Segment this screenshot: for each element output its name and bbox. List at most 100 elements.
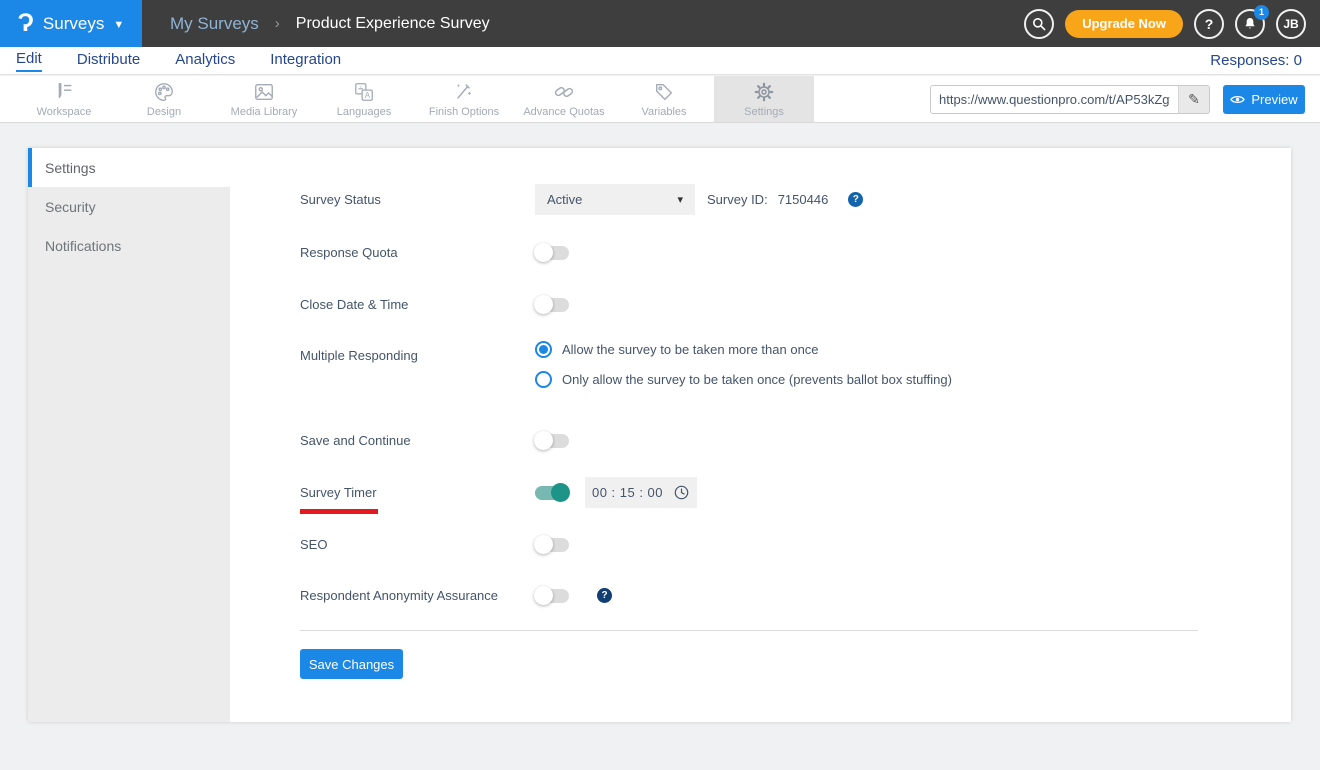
save-and-continue-row: Save and Continue — [300, 425, 569, 456]
toolbar-item-variables[interactable]: Variables — [614, 76, 714, 122]
seo-toggle[interactable] — [534, 535, 569, 554]
response-quota-toggle[interactable] — [534, 243, 569, 262]
svg-text:A: A — [365, 91, 371, 100]
preview-button[interactable]: Preview — [1223, 84, 1305, 114]
eye-icon — [1230, 95, 1246, 103]
settings-gear-icon — [754, 82, 774, 101]
tab-distribute[interactable]: Distribute — [77, 51, 140, 71]
help-button[interactable]: ? — [1194, 8, 1224, 39]
top-bar: Ɂ Surveys ▼ My Surveys › Product Experie… — [0, 0, 1320, 47]
avatar[interactable]: JB — [1276, 8, 1306, 39]
toolbar-item-workspace[interactable]: Workspace — [14, 76, 114, 122]
survey-status-label: Survey Status — [300, 192, 381, 207]
caret-down-icon: ▾ — [677, 194, 683, 206]
page-title: Product Experience Survey — [295, 14, 490, 32]
toolbar-item-label: Media Library — [230, 105, 298, 118]
pencil-icon: ✎ — [1188, 90, 1200, 107]
clock-icon — [674, 485, 689, 500]
survey-id-group: Survey ID: 7150446 ? — [707, 192, 864, 207]
radio-selected-icon — [535, 341, 552, 358]
close-date-row: Close Date & Time — [300, 289, 569, 320]
survey-id-label: Survey ID: — [707, 192, 768, 207]
toggle-knob — [534, 243, 553, 262]
avatar-initials: JB — [1283, 16, 1299, 31]
toolbar-right: ✎ Preview — [930, 76, 1305, 122]
survey-status-select[interactable]: Active ▾ — [535, 184, 695, 215]
search-button[interactable] — [1024, 8, 1055, 39]
close-date-label: Close Date & Time — [300, 297, 409, 312]
design-icon — [155, 82, 173, 101]
radio-option-allow-multiple[interactable]: Allow the survey to be taken more than o… — [535, 341, 952, 358]
toolbar-item-settings[interactable]: Settings — [714, 76, 814, 122]
settings-form: Survey Status Active ▾ Survey ID: 715044… — [230, 148, 1291, 722]
save-and-continue-toggle[interactable] — [534, 431, 569, 450]
survey-id-help-icon[interactable]: ? — [848, 192, 864, 207]
toggle-knob — [534, 431, 553, 450]
survey-status-value: Active — [547, 192, 583, 207]
sidebar-item-label: Notifications — [45, 237, 122, 254]
product-switcher[interactable]: Ɂ Surveys ▼ — [0, 0, 142, 47]
edit-toolbar: Workspace Design Media Library A Languag… — [0, 76, 1320, 123]
seo-row: SEO — [300, 529, 569, 560]
survey-timer-label: Survey Timer — [300, 485, 535, 514]
toggle-knob — [534, 586, 553, 605]
toggle-knob — [534, 535, 553, 554]
toolbar-item-label: Advance Quotas — [523, 105, 605, 118]
toolbar-item-advance-quotas[interactable]: Advance Quotas — [514, 76, 614, 122]
toolbar-item-label: Workspace — [36, 105, 92, 118]
topbar-actions: Upgrade Now ? 1 JB — [1024, 4, 1306, 39]
toolbar-item-languages[interactable]: A Languages — [314, 76, 414, 122]
survey-timer-label-text: Survey Timer — [300, 485, 377, 500]
multiple-responding-row: Multiple Responding Allow the survey to … — [300, 341, 952, 388]
survey-url-input[interactable] — [931, 85, 1178, 113]
breadcrumb-parent[interactable]: My Surveys — [170, 14, 259, 34]
survey-timer-toggle[interactable] — [535, 483, 570, 502]
toolbar-item-label: Design — [146, 105, 182, 118]
respondent-anonymity-row: Respondent Anonymity Assurance ? — [300, 580, 612, 611]
survey-url-group: ✎ — [930, 84, 1210, 114]
survey-nav: Edit Distribute Analytics Integration Re… — [0, 47, 1320, 75]
toolbar-item-label: Finish Options — [428, 105, 500, 118]
sidebar-item-notifications[interactable]: Notifications — [28, 226, 230, 265]
toolbar-item-design[interactable]: Design — [114, 76, 214, 122]
toolbar-item-media-library[interactable]: Media Library — [214, 76, 314, 122]
multiple-responding-label: Multiple Responding — [300, 348, 418, 363]
tab-analytics[interactable]: Analytics — [175, 51, 235, 71]
respondent-anonymity-help-icon[interactable]: ? — [597, 588, 612, 603]
notifications-button[interactable]: 1 — [1235, 4, 1269, 39]
radio-unselected-icon — [535, 371, 552, 388]
media-library-icon — [255, 83, 273, 100]
toolbar-item-label: Languages — [336, 105, 392, 118]
edit-url-button[interactable]: ✎ — [1178, 85, 1209, 113]
seo-label: SEO — [300, 537, 328, 552]
sidebar-item-settings[interactable]: Settings — [28, 148, 230, 187]
multiple-responding-options: Allow the survey to be taken more than o… — [535, 341, 952, 388]
chevron-down-icon: ▼ — [113, 18, 125, 31]
notification-badge: 1 — [1254, 4, 1269, 20]
radio-option-label: Allow the survey to be taken more than o… — [562, 342, 819, 357]
toolbar-item-finish-options[interactable]: Finish Options — [414, 76, 514, 122]
breadcrumb-separator-icon: › — [274, 15, 280, 32]
settings-panel: Settings Security Notifications Survey S… — [28, 148, 1291, 722]
response-quota-row: Response Quota — [300, 237, 569, 268]
tab-integration[interactable]: Integration — [270, 51, 341, 71]
sidebar-item-label: Settings — [45, 159, 96, 176]
survey-timer-row: Survey Timer 00 : 15 : 00 — [300, 477, 697, 514]
responses-count[interactable]: Responses: 0 — [1210, 52, 1302, 69]
question-mark-icon: ? — [1204, 15, 1214, 32]
tab-edit[interactable]: Edit — [16, 50, 42, 72]
save-changes-button[interactable]: Save Changes — [300, 649, 403, 679]
search-icon — [1033, 17, 1046, 30]
settings-sidebar: Settings Security Notifications — [28, 148, 230, 722]
respondent-anonymity-toggle[interactable] — [534, 586, 569, 605]
advance-quotas-icon — [554, 86, 574, 97]
toolbar-item-label: Variables — [641, 105, 687, 118]
upgrade-now-button[interactable]: Upgrade Now — [1065, 9, 1183, 38]
finish-options-icon — [457, 83, 471, 99]
toggle-knob — [534, 295, 553, 314]
sidebar-item-security[interactable]: Security — [28, 187, 230, 226]
radio-option-only-once[interactable]: Only allow the survey to be taken once (… — [535, 371, 952, 388]
close-date-toggle[interactable] — [534, 295, 569, 314]
variables-icon — [655, 83, 673, 100]
timer-duration-field[interactable]: 00 : 15 : 00 — [585, 477, 697, 508]
